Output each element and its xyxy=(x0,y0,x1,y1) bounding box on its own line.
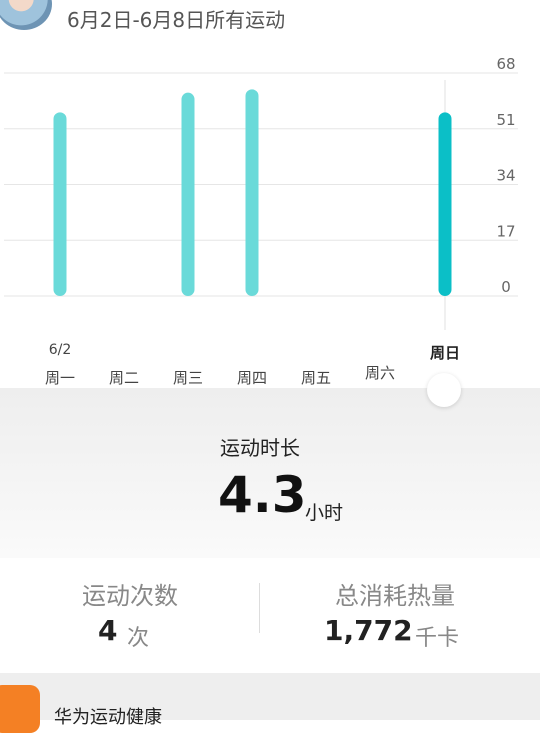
y-tick-label: 68 xyxy=(496,55,515,73)
bar-4[interactable] xyxy=(245,89,259,296)
day-label-3[interactable]: 周三 xyxy=(158,367,218,388)
day-label-5[interactable]: 周五 xyxy=(286,367,346,388)
selector-knob[interactable] xyxy=(427,373,461,407)
bar-1[interactable] xyxy=(53,112,67,297)
avatar[interactable] xyxy=(0,0,52,30)
duration-value: 4.3 xyxy=(218,466,307,524)
calories-label: 总消耗热量 xyxy=(335,582,455,610)
count-unit: 次 xyxy=(127,626,150,651)
day-label-4[interactable]: 周四 xyxy=(222,367,282,388)
chart-svg: 68 51 34 17 0 xyxy=(4,55,518,330)
header: 6月2日-6月8日所有运动 xyxy=(0,0,540,40)
y-tick-label: 17 xyxy=(496,222,515,240)
bar-7[interactable] xyxy=(438,112,452,297)
app-logo-icon xyxy=(0,685,40,733)
duration-unit: 小时 xyxy=(305,502,344,524)
day-label-1[interactable]: 周一 xyxy=(30,367,90,388)
day-label-6[interactable]: 周六 xyxy=(350,362,410,383)
date-range-title: 6月2日-6月8日所有运动 xyxy=(67,8,286,32)
y-tick-label: 0 xyxy=(501,278,511,296)
y-tick-label: 34 xyxy=(496,167,515,185)
count-value: 4 xyxy=(98,614,118,647)
count-label: 运动次数 xyxy=(82,582,178,610)
calories-value: 1,772 xyxy=(324,614,413,647)
y-tick-label: 51 xyxy=(496,111,515,129)
stats-divider xyxy=(259,583,260,633)
date-label-6-2: 6/2 xyxy=(48,342,72,358)
duration-title: 运动时长 xyxy=(220,436,300,460)
footer-app-bar[interactable]: 华为运动健康 xyxy=(0,673,540,733)
calories-unit: 千卡 xyxy=(415,626,460,651)
weekly-chart[interactable]: 68 51 34 17 0 6/2 周一 周二 周三 周四 周五 周六 周日 xyxy=(0,40,540,390)
bar-3[interactable] xyxy=(181,92,195,296)
stats-section: 运动次数 4 次 总消耗热量 1,772 千卡 xyxy=(0,558,540,673)
app-name: 华为运动健康 xyxy=(54,707,162,728)
day-label-2[interactable]: 周二 xyxy=(94,367,154,388)
